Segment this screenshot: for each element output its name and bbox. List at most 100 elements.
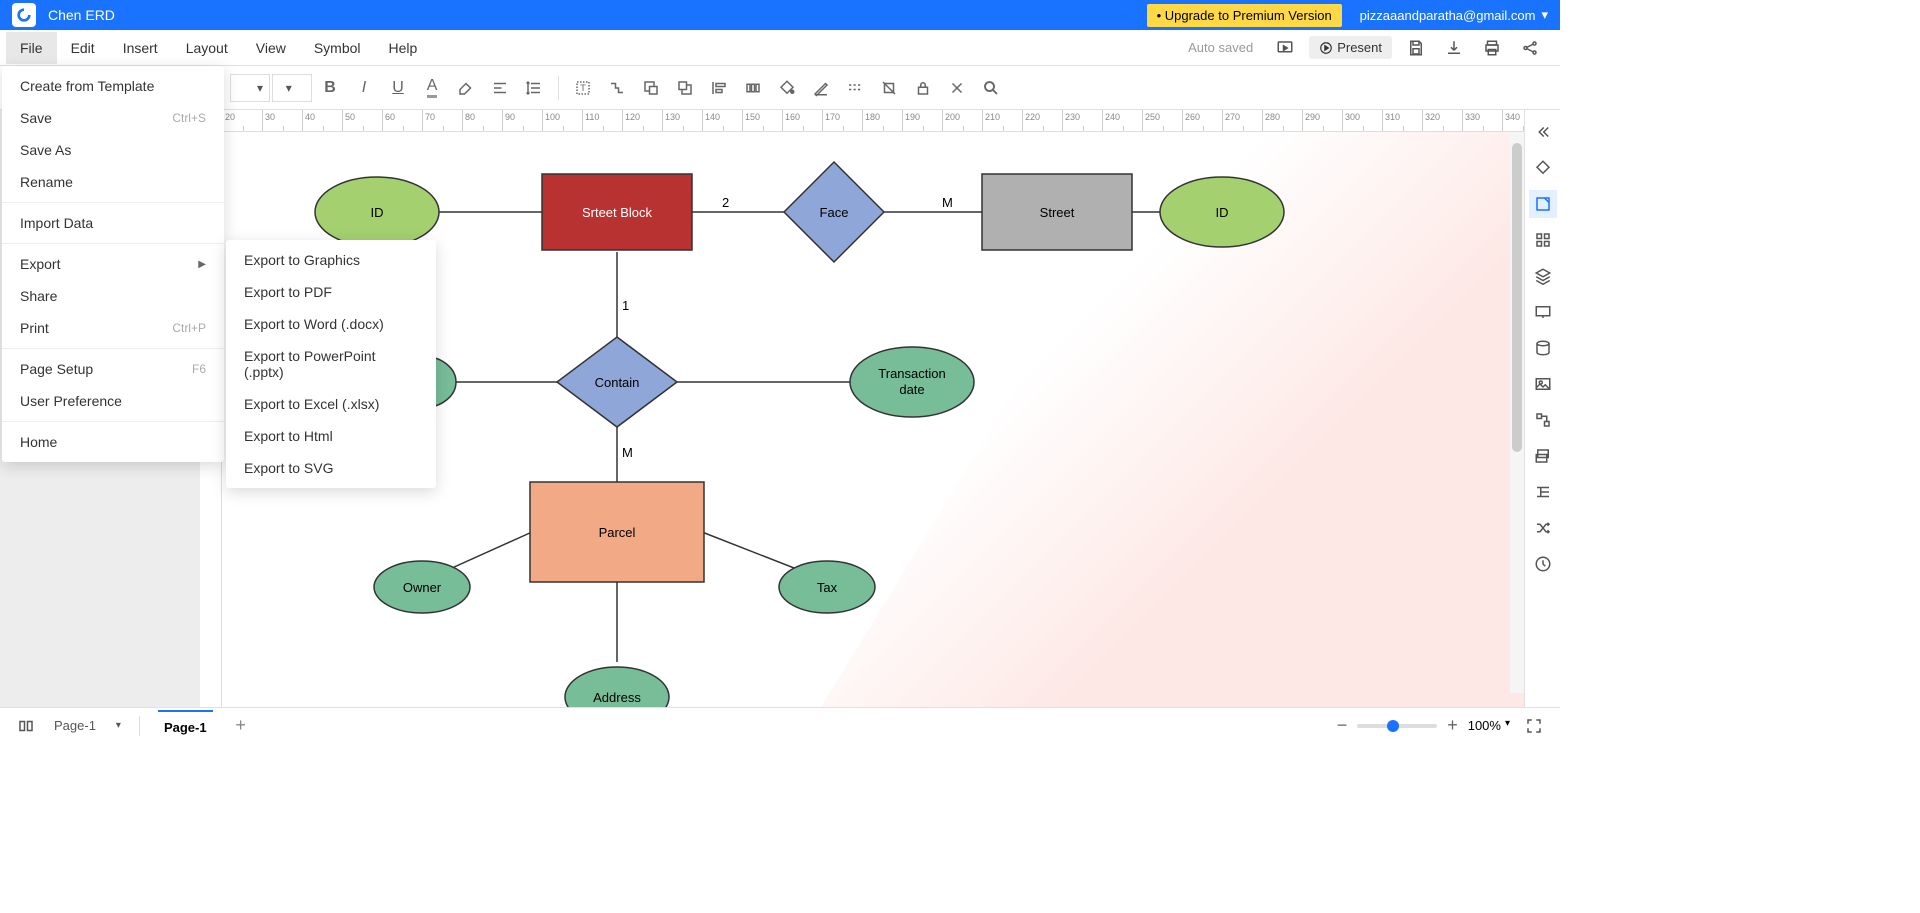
ruler-horizontal: 2030405060708090100110120130140150160170… <box>222 110 1524 132</box>
file-rename[interactable]: Rename <box>2 166 224 198</box>
file-save-as[interactable]: Save As <box>2 134 224 166</box>
file-import-data[interactable]: Import Data <box>2 207 224 239</box>
menu-symbol[interactable]: Symbol <box>300 32 375 64</box>
fullscreen-icon[interactable] <box>1520 712 1548 740</box>
data-icon[interactable] <box>1529 334 1557 362</box>
node-id2[interactable]: ID <box>1216 205 1229 220</box>
comments-icon[interactable] <box>1529 442 1557 470</box>
history-icon[interactable] <box>1529 550 1557 578</box>
present-label: Present <box>1337 40 1382 55</box>
presentation-mode-icon[interactable] <box>1271 34 1299 62</box>
upgrade-button[interactable]: • Upgrade to Premium Version <box>1147 4 1342 27</box>
distribute-button[interactable] <box>737 72 769 104</box>
file-share[interactable]: Share <box>2 280 224 312</box>
chevron-right-icon: ▶ <box>198 259 206 270</box>
export-graphics[interactable]: Export to Graphics <box>226 244 436 276</box>
bold-button[interactable]: B <box>314 72 346 104</box>
fill-color-button[interactable] <box>771 72 803 104</box>
align-left-button[interactable] <box>703 72 735 104</box>
print-icon[interactable] <box>1478 34 1506 62</box>
node-transaction-l1[interactable]: Transaction <box>878 366 945 381</box>
zoom-level[interactable]: 100% ▾ <box>1468 718 1510 733</box>
export-html[interactable]: Export to Html <box>226 420 436 452</box>
zoom-slider[interactable] <box>1357 724 1437 728</box>
node-parcel[interactable]: Parcel <box>599 525 636 540</box>
style-icon[interactable] <box>1529 190 1557 218</box>
export-word[interactable]: Export to Word (.docx) <box>226 308 436 340</box>
user-email: pizzaaandparatha@gmail.com <box>1360 8 1536 23</box>
underline-button[interactable]: U <box>382 72 414 104</box>
file-home[interactable]: Home <box>2 426 224 458</box>
shuffle-icon[interactable] <box>1529 514 1557 542</box>
align-button[interactable] <box>484 72 516 104</box>
line-style-button[interactable] <box>839 72 871 104</box>
node-street-block[interactable]: Srteet Block <box>582 205 653 220</box>
grid-icon[interactable] <box>1529 226 1557 254</box>
file-dropdown: Create from Template SaveCtrl+S Save As … <box>2 66 224 462</box>
eraser-button[interactable] <box>873 72 905 104</box>
zoom-in-button[interactable]: + <box>1447 715 1458 736</box>
page-list-icon[interactable] <box>12 712 40 740</box>
zoom-out-button[interactable]: − <box>1337 715 1348 736</box>
export-powerpoint[interactable]: Export to PowerPoint (.pptx) <box>226 340 436 388</box>
search-button[interactable] <box>975 72 1007 104</box>
shape-front-button[interactable] <box>669 72 701 104</box>
present-button[interactable]: Present <box>1309 36 1392 59</box>
line-color-button[interactable] <box>805 72 837 104</box>
page-selector[interactable]: Page-1 ▾ <box>54 718 121 733</box>
menu-file[interactable]: File <box>6 32 57 64</box>
share-icon[interactable] <box>1516 34 1544 62</box>
menu-insert[interactable]: Insert <box>109 32 172 64</box>
font-family-select[interactable]: ▾ <box>230 74 270 102</box>
edge-label-m1: M <box>942 195 953 210</box>
file-print[interactable]: PrintCtrl+P <box>2 312 224 344</box>
slideshow-icon[interactable] <box>1529 298 1557 326</box>
highlight-button[interactable] <box>450 72 482 104</box>
node-contain[interactable]: Contain <box>595 375 640 390</box>
menu-view[interactable]: View <box>242 32 300 64</box>
add-page-button[interactable]: + <box>227 712 255 740</box>
theme-icon[interactable] <box>1529 154 1557 182</box>
user-menu[interactable]: pizzaaandparatha@gmail.com ▾ <box>1360 7 1548 23</box>
menu-layout[interactable]: Layout <box>172 32 242 64</box>
image-icon[interactable] <box>1529 370 1557 398</box>
file-page-setup[interactable]: Page SetupF6 <box>2 353 224 385</box>
navigator-icon[interactable] <box>1529 478 1557 506</box>
export-svg[interactable]: Export to SVG <box>226 452 436 484</box>
save-icon[interactable] <box>1402 34 1430 62</box>
export-excel[interactable]: Export to Excel (.xlsx) <box>226 388 436 420</box>
node-transaction-l2[interactable]: date <box>899 382 924 397</box>
layers-icon[interactable] <box>1529 262 1557 290</box>
export-submenu: Export to Graphics Export to PDF Export … <box>226 240 436 488</box>
file-export[interactable]: Export▶ <box>2 248 224 280</box>
collapse-panel-icon[interactable] <box>1529 118 1557 146</box>
node-face[interactable]: Face <box>820 205 849 220</box>
connector-button[interactable] <box>601 72 633 104</box>
node-address[interactable]: Address <box>593 690 641 705</box>
page-tab[interactable]: Page-1 <box>158 710 213 741</box>
lock-button[interactable] <box>907 72 939 104</box>
line-spacing-button[interactable] <box>518 72 550 104</box>
shape-behind-button[interactable] <box>635 72 667 104</box>
font-color-button[interactable]: A <box>416 72 448 104</box>
menu-edit[interactable]: Edit <box>57 32 109 64</box>
tools-button[interactable] <box>941 72 973 104</box>
node-tax[interactable]: Tax <box>817 580 838 595</box>
app-logo[interactable] <box>12 3 36 27</box>
menu-help[interactable]: Help <box>375 32 432 64</box>
download-icon[interactable] <box>1440 34 1468 62</box>
node-owner[interactable]: Owner <box>403 580 442 595</box>
edge-label-1: 1 <box>622 298 629 313</box>
italic-button[interactable]: I <box>348 72 380 104</box>
font-size-select[interactable]: ▾ <box>272 74 312 102</box>
vertical-scrollbar[interactable] <box>1510 132 1524 693</box>
outline-icon[interactable] <box>1529 406 1557 434</box>
export-pdf[interactable]: Export to PDF <box>226 276 436 308</box>
chevron-down-icon: ▾ <box>1541 7 1548 23</box>
file-save[interactable]: SaveCtrl+S <box>2 102 224 134</box>
node-id1[interactable]: ID <box>371 205 384 220</box>
node-street[interactable]: Street <box>1040 205 1075 220</box>
file-user-preference[interactable]: User Preference <box>2 385 224 417</box>
file-create-template[interactable]: Create from Template <box>2 70 224 102</box>
text-tool-button[interactable]: T <box>567 72 599 104</box>
